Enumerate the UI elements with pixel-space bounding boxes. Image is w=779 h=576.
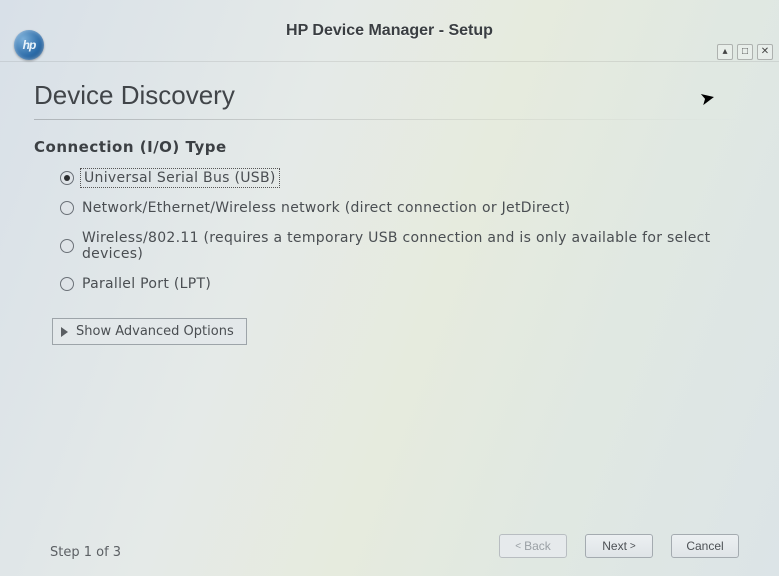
radio-parallel-indicator (60, 277, 74, 291)
maximize-button[interactable]: □ (737, 44, 753, 60)
show-advanced-options-button[interactable]: Show Advanced Options (52, 318, 247, 345)
advanced-options-label: Show Advanced Options (76, 324, 234, 339)
footer: Step 1 of 3 < Back Next > Cancel (0, 528, 779, 576)
radio-parallel[interactable]: Parallel Port (LPT) (60, 276, 745, 292)
radio-parallel-label: Parallel Port (LPT) (82, 276, 211, 292)
window-controls: ▴ □ ✕ (717, 44, 773, 60)
content-area: Device Discovery Connection (I/O) Type U… (0, 62, 779, 345)
radio-wireless-label: Wireless/802.11 (requires a temporary US… (82, 230, 745, 262)
radio-wireless-indicator (60, 239, 74, 253)
hp-logo: hp (14, 30, 44, 60)
page-title: Device Discovery (34, 80, 745, 111)
cancel-button-label: Cancel (686, 539, 723, 553)
radio-network-label: Network/Ethernet/Wireless network (direc… (82, 200, 570, 216)
next-button[interactable]: Next > (585, 534, 653, 558)
radio-network-indicator (60, 201, 74, 215)
footer-buttons: < Back Next > Cancel (499, 534, 739, 558)
connection-type-group: Universal Serial Bus (USB) Network/Ether… (60, 170, 745, 292)
next-button-label: Next (602, 539, 627, 553)
cancel-button[interactable]: Cancel (671, 534, 739, 558)
window-title: HP Device Manager - Setup (286, 22, 493, 40)
close-button[interactable]: ✕ (757, 44, 773, 60)
triangle-right-icon (61, 327, 68, 337)
chevron-right-icon: > (630, 541, 636, 552)
divider (34, 119, 745, 120)
section-label: Connection (I/O) Type (34, 138, 745, 156)
step-indicator: Step 1 of 3 (50, 545, 121, 560)
radio-network[interactable]: Network/Ethernet/Wireless network (direc… (60, 200, 745, 216)
radio-usb[interactable]: Universal Serial Bus (USB) (60, 170, 745, 186)
titlebar: hp HP Device Manager - Setup ▴ □ ✕ (0, 0, 779, 62)
chevron-left-icon: < (515, 541, 521, 552)
back-button-label: Back (524, 539, 551, 553)
radio-usb-label: Universal Serial Bus (USB) (82, 170, 278, 186)
radio-usb-indicator (60, 171, 74, 185)
back-button: < Back (499, 534, 567, 558)
radio-wireless[interactable]: Wireless/802.11 (requires a temporary US… (60, 230, 745, 262)
minimize-button[interactable]: ▴ (717, 44, 733, 60)
